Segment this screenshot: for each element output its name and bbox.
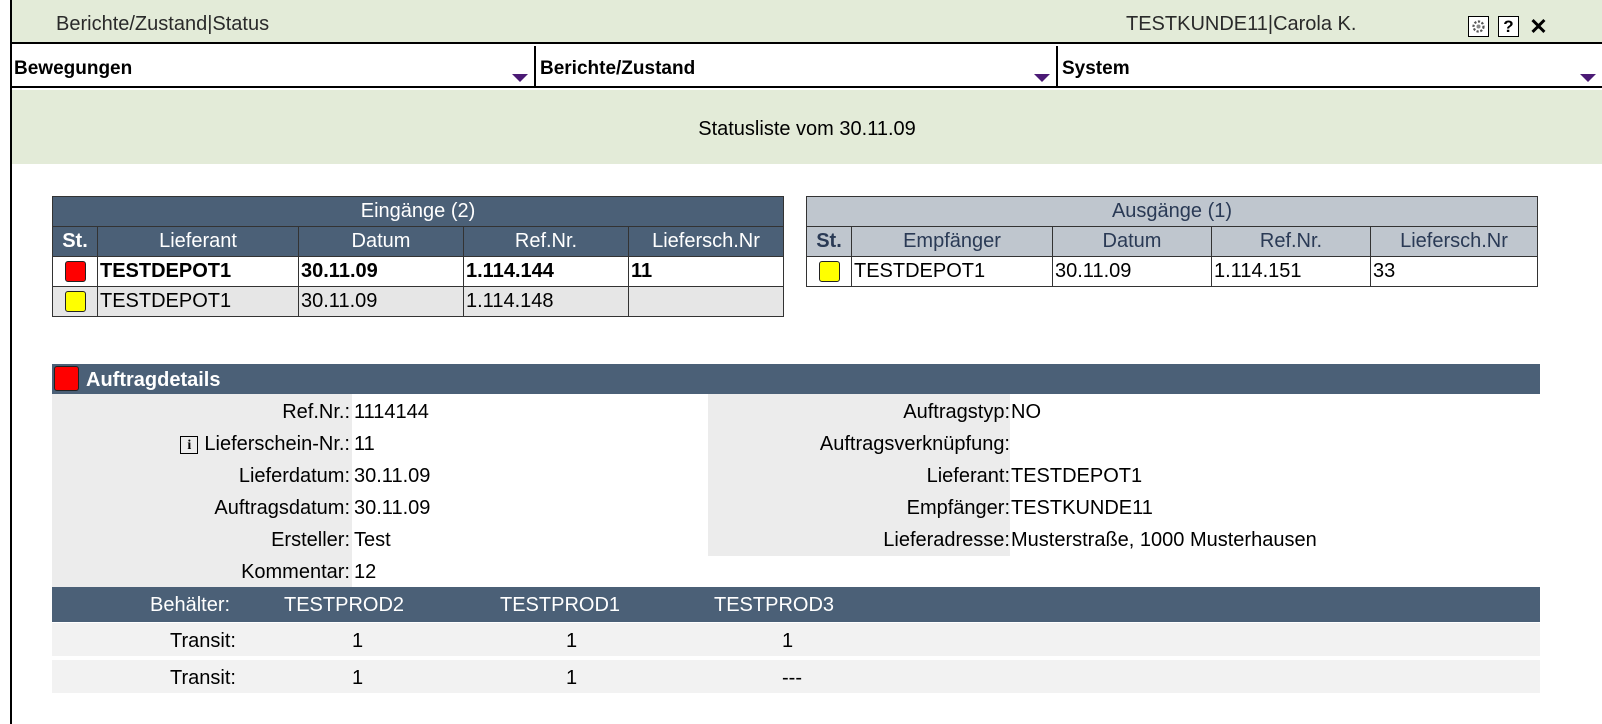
row-label: Transit:: [170, 667, 236, 689]
field-value: 30.11.09: [354, 465, 431, 487]
dropdown-arrow-icon: [1580, 74, 1596, 82]
cell-liefersch: 11: [628, 256, 784, 287]
row-value: 1: [566, 630, 578, 652]
column-header[interactable]: Ref.Nr.: [1211, 226, 1371, 257]
field-value: TESTKUNDE11: [1011, 497, 1153, 519]
menu-label: System: [1062, 58, 1130, 79]
table-row[interactable]: TESTDEPOT1 30.11.09 1.114.148: [52, 286, 784, 317]
field-value: 12: [354, 561, 377, 583]
cell-lieferant: TESTDEPOT1: [97, 286, 299, 317]
details-title: Auftragdetails: [86, 369, 221, 391]
column-header[interactable]: Liefersch.Nr: [628, 226, 784, 257]
outgoing-table: Ausgänge (1) St. Empfänger Datum Ref.Nr.…: [806, 196, 1538, 287]
field-label: Lieferadresse:: [883, 529, 1010, 551]
column-header[interactable]: St.: [52, 226, 98, 257]
field-value: 30.11.09: [354, 497, 431, 519]
row-value: 1: [352, 630, 364, 652]
status-red-icon: [64, 261, 86, 283]
containers-label: Behälter:: [150, 594, 231, 616]
gear-icon[interactable]: [1468, 16, 1489, 37]
row-label: Transit:: [170, 630, 236, 652]
product-header: TESTPROD2: [284, 594, 405, 616]
table-row[interactable]: TESTDEPOT1 30.11.09 1.114.144 11: [52, 256, 784, 287]
column-header[interactable]: St.: [806, 226, 852, 257]
menu-bar: Bewegungen Berichte/Zustand System: [12, 46, 1602, 88]
field-label: Auftragsverknüpfung:: [819, 433, 1010, 455]
row-value: 1: [352, 667, 364, 689]
field-value: 1114144: [354, 401, 429, 423]
row-value: ---: [782, 667, 802, 689]
dropdown-arrow-icon: [512, 74, 528, 82]
title-bar: Berichte/Zustand|Status TESTKUNDE11|Caro…: [12, 0, 1602, 44]
column-header[interactable]: Datum: [1052, 226, 1212, 257]
menu-bewegungen[interactable]: Bewegungen: [12, 46, 536, 86]
info-icon[interactable]: i: [180, 436, 199, 454]
field-label: i Lieferschein-Nr.:: [52, 433, 350, 456]
close-icon[interactable]: ✕: [1528, 15, 1549, 37]
menu-system[interactable]: System: [1060, 46, 1602, 86]
field-label: Empfänger:: [906, 497, 1010, 519]
field-label: Ref.Nr.:: [282, 401, 350, 423]
app-window: Berichte/Zustand|Status TESTKUNDE11|Caro…: [10, 0, 1602, 724]
cell-lieferant: TESTDEPOT1: [97, 256, 299, 287]
incoming-caption: Eingänge (2): [52, 196, 784, 227]
field-label: Auftragstyp:: [903, 401, 1010, 423]
cell-datum: 30.11.09: [298, 286, 464, 317]
cell-datum: 30.11.09: [298, 256, 464, 287]
status-yellow-icon: [818, 261, 840, 283]
row-value: 1: [782, 630, 794, 652]
menu-berichte-zustand[interactable]: Berichte/Zustand: [538, 46, 1058, 86]
cell-empfaenger: TESTDEPOT1: [851, 256, 1053, 287]
table-row[interactable]: TESTDEPOT1 30.11.09 1.114.151 33: [806, 256, 1538, 287]
field-value: 11: [354, 433, 375, 455]
field-label: Kommentar:: [241, 561, 350, 583]
column-header[interactable]: Ref.Nr.: [463, 226, 629, 257]
status-yellow-icon: [64, 291, 86, 313]
page-title: Statusliste vom 30.11.09: [12, 90, 1602, 164]
details-header: Auftragdetails: [52, 364, 1540, 394]
field-value: TESTDEPOT1: [1011, 465, 1143, 487]
column-header[interactable]: Liefersch.Nr: [1370, 226, 1538, 257]
column-header[interactable]: Datum: [298, 226, 464, 257]
product-header: TESTPROD1: [500, 594, 621, 616]
menu-label: Berichte/Zustand: [540, 58, 696, 79]
status-red-icon: [54, 366, 79, 391]
containers-header: Behälter: TESTPROD2 TESTPROD1 TESTPROD3: [52, 587, 1540, 622]
column-header[interactable]: Lieferant: [97, 226, 299, 257]
cell-liefersch: 33: [1370, 256, 1538, 287]
menu-label: Bewegungen: [14, 58, 133, 79]
cell-ref: 1.114.148: [463, 286, 629, 317]
outgoing-caption: Ausgänge (1): [806, 196, 1538, 227]
breadcrumb: Berichte/Zustand|Status: [56, 13, 270, 35]
row-value: 1: [566, 667, 578, 689]
incoming-table: Eingänge (2) St. Lieferant Datum Ref.Nr.…: [52, 196, 784, 317]
field-label: Lieferdatum:: [238, 465, 350, 487]
field-label: Ersteller:: [271, 529, 350, 551]
column-header[interactable]: Empfänger: [851, 226, 1053, 257]
field-value: Musterstraße, 1000 Musterhausen: [1011, 529, 1317, 551]
container-row: Transit: 1 1 ---: [52, 660, 1540, 693]
cell-datum: 30.11.09: [1052, 256, 1212, 287]
field-value: Test: [354, 529, 391, 551]
product-header: TESTPROD3: [714, 594, 835, 616]
dropdown-arrow-icon: [1034, 74, 1050, 82]
cell-liefersch: [628, 286, 784, 317]
field-label: Auftragsdatum:: [214, 497, 350, 519]
container-row: Transit: 1 1 1: [52, 623, 1540, 656]
field-value: NO: [1011, 401, 1041, 423]
help-button[interactable]: ?: [1498, 16, 1519, 37]
field-label: Lieferant:: [926, 465, 1010, 487]
user-info: TESTKUNDE11|Carola K.: [1126, 13, 1357, 35]
cell-ref: 1.114.144: [463, 256, 629, 287]
cell-ref: 1.114.151: [1211, 256, 1371, 287]
